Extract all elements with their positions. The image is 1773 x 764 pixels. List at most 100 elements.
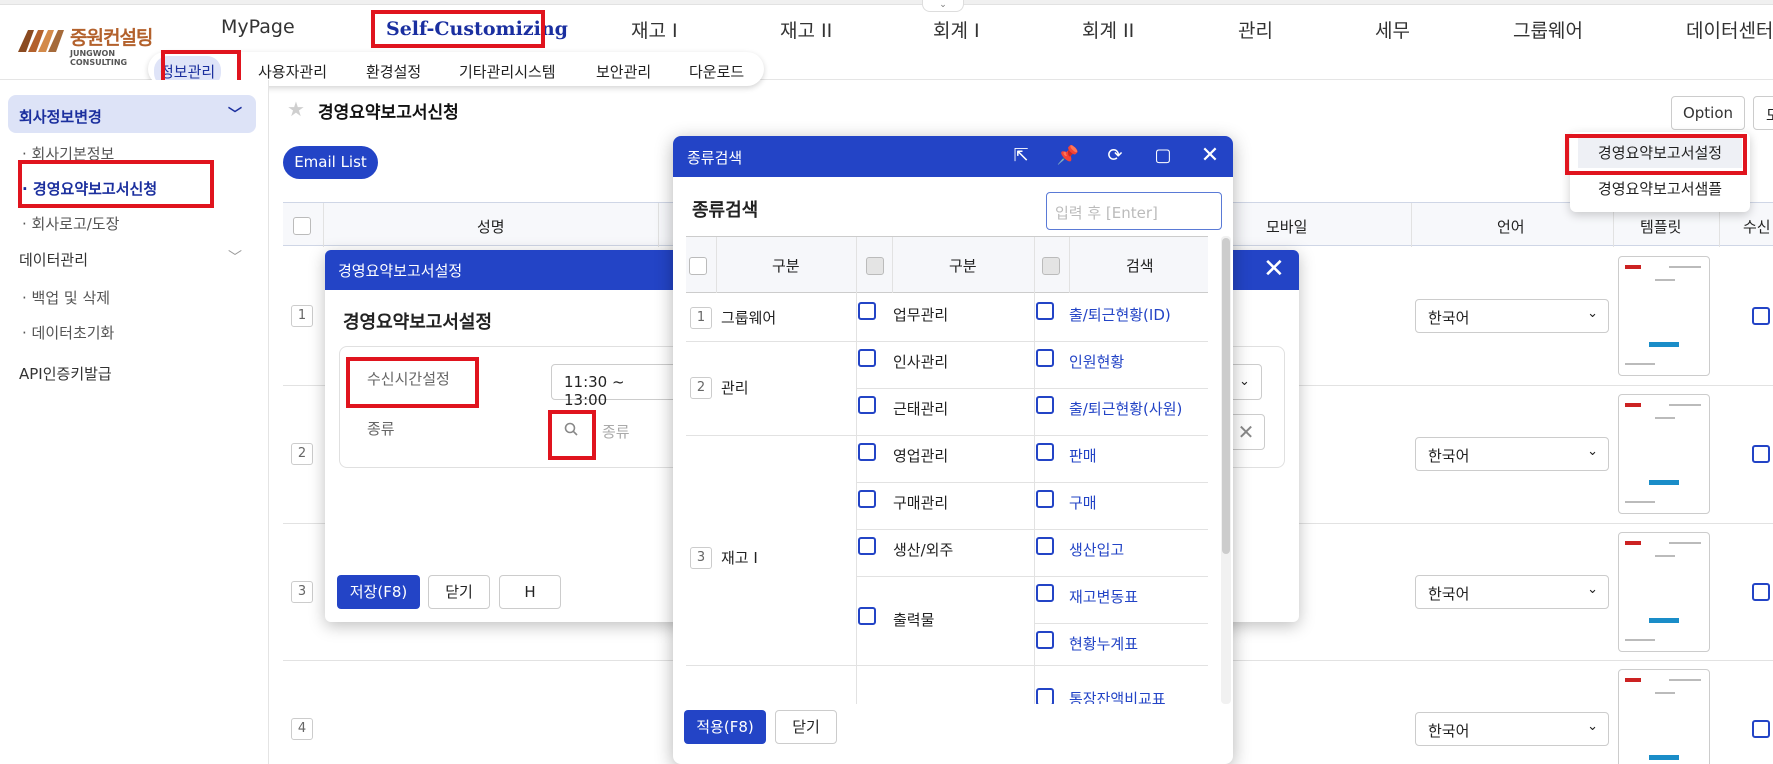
template-thumbnail[interactable] [1618,669,1710,764]
nav-tax[interactable]: 세무 [1375,16,1410,43]
email-list-button[interactable]: Email List [283,146,378,179]
option-button-2[interactable]: 모 [1753,96,1773,130]
row-number: 2 [291,443,313,465]
row-divider [856,388,1034,389]
star-icon[interactable]: ★ [287,97,305,121]
nav-inventory-2[interactable]: 재고 II [780,16,832,43]
chevron-down-icon[interactable]: ⌄ [1230,364,1262,400]
pin-icon[interactable]: 📌 [1055,143,1081,169]
nav-datacenter[interactable]: 데이터센터 [1686,16,1773,43]
close-icon[interactable]: ✕ [1263,254,1285,284]
sidebar-item-label: 백업 및 삭제 [31,289,111,307]
template-thumbnail[interactable] [1618,394,1710,514]
row-divider [686,341,856,342]
select-all-sub-checkbox[interactable] [866,257,884,275]
select-all-checkbox[interactable] [293,217,311,235]
item-checkbox[interactable] [1036,537,1054,555]
sidebar-item-backup[interactable]: · 백업 및 삭제 [22,287,110,308]
receive-checkbox[interactable] [1752,583,1770,601]
item-checkbox[interactable] [1036,490,1054,508]
kind-input[interactable]: 종류 [602,421,630,442]
sidebar-item-data-init[interactable]: · 데이터초기화 [22,322,114,343]
template-thumbnail[interactable] [1618,532,1710,652]
nav-accounting-1[interactable]: 회계 I [933,16,980,43]
h-button[interactable]: H [499,575,561,609]
select-all-checkbox[interactable] [689,257,707,275]
refresh-icon[interactable]: ⟳ [1102,143,1128,169]
sidebar-item-company-basic[interactable]: · 회사기본정보 [22,143,114,164]
item-checkbox[interactable] [1036,302,1054,320]
external-link-icon[interactable]: ⇱ [1008,143,1034,169]
subnav-user-management[interactable]: 사용자관리 [258,61,327,82]
menu-item-report-settings[interactable]: 경영요약보고서설정 [1578,138,1742,168]
sub-checkbox[interactable] [858,607,876,625]
maximize-icon[interactable]: ▢ [1150,143,1176,169]
sidebar-group-company-info[interactable]: 회사정보변경 ﹀ [8,95,256,133]
row-number: 4 [291,718,313,740]
receive-time-input[interactable]: 11:30 ~ 13:00 [551,364,681,409]
row-number: 1 [690,307,712,329]
sidebar-item-label: 데이터초기화 [31,324,115,342]
item-checkbox[interactable] [1036,584,1054,602]
receive-checkbox[interactable] [1752,720,1770,738]
sub-checkbox[interactable] [858,537,876,555]
row-divider [856,435,1034,436]
sub-work-management: 업무관리 [893,306,949,324]
item-checkbox[interactable] [1036,349,1054,367]
save-button[interactable]: 저장(F8) [337,575,420,609]
menu-item-report-sample[interactable]: 경영요약보고서샘플 [1578,174,1742,204]
row-divider [686,435,856,436]
nav-inventory-1[interactable]: 재고 I [631,16,678,43]
select-all-search-checkbox[interactable] [1042,257,1060,275]
page-title: 경영요약보고서신청 [318,103,459,123]
language-select[interactable]: 한국어 ⌄ [1415,712,1609,746]
item-checkbox[interactable] [1036,396,1054,414]
collapse-chevron-icon[interactable]: ⌄ [922,0,964,12]
receive-checkbox[interactable] [1752,307,1770,325]
dialog-title: 종류검색 [687,149,743,167]
item-checkbox[interactable] [1036,443,1054,461]
language-select[interactable]: 한국어 ⌄ [1415,437,1609,471]
sidebar-group-data[interactable]: 데이터관리 ﹀ [8,238,256,276]
subnav-other-systems[interactable]: 기타관리시스템 [459,61,556,82]
close-button[interactable]: 닫기 [775,710,837,744]
logo[interactable]: 중원컨설팅 JUNGWON CONSULTING [16,22,162,67]
sidebar-item-label: 회사로고/도장 [31,215,120,233]
sidebar-item-report-request[interactable]: · 경영요약보고서신청 [22,178,157,199]
dialog-titlebar[interactable] [673,136,1233,177]
scrollbar-thumb[interactable] [1222,238,1230,554]
sidebar-item-logo-stamp[interactable]: · 회사로고/도장 [22,213,119,234]
item-checkbox[interactable] [1036,688,1054,704]
sub-checkbox[interactable] [858,443,876,461]
item-checkbox[interactable] [1036,631,1054,649]
subnav-environment[interactable]: 환경설정 [366,61,421,82]
language-select[interactable]: 한국어 ⌄ [1415,575,1609,609]
subnav-download[interactable]: 다운로드 [689,61,744,82]
nav-accounting-2[interactable]: 회계 II [1082,16,1134,43]
search-icon[interactable] [557,417,585,445]
sub-checkbox[interactable] [858,396,876,414]
top-strip [0,0,1773,5]
kind-search-input[interactable]: 입력 후 [Enter] [1046,192,1222,230]
language-select[interactable]: 한국어 ⌄ [1415,299,1609,333]
nav-mypage[interactable]: MyPage [221,16,295,38]
apply-button[interactable]: 적용(F8) [684,710,766,744]
sub-printout: 출력물 [893,611,935,629]
receive-checkbox[interactable] [1752,445,1770,463]
nav-groupware[interactable]: 그룹웨어 [1513,16,1583,43]
nav-management[interactable]: 관리 [1238,16,1273,43]
template-thumbnail[interactable] [1618,256,1710,376]
column-template: 템플릿 [1640,218,1682,236]
sub-sales: 영업관리 [893,447,949,465]
nav-self-customizing[interactable]: Self-Customizing [386,18,568,40]
close-icon[interactable]: ✕ [1197,143,1223,169]
chevron-down-icon: ﹀ [228,107,242,123]
option-button[interactable]: Option [1671,96,1745,130]
sub-checkbox[interactable] [858,302,876,320]
item-attendance-id: 출/퇴근현황(ID) [1069,306,1171,324]
close-button[interactable]: 닫기 [428,575,490,609]
sub-checkbox[interactable] [858,349,876,367]
subnav-security[interactable]: 보안관리 [596,61,651,82]
sidebar-item-api-key[interactable]: API인증키발급 [19,363,112,384]
sub-checkbox[interactable] [858,490,876,508]
